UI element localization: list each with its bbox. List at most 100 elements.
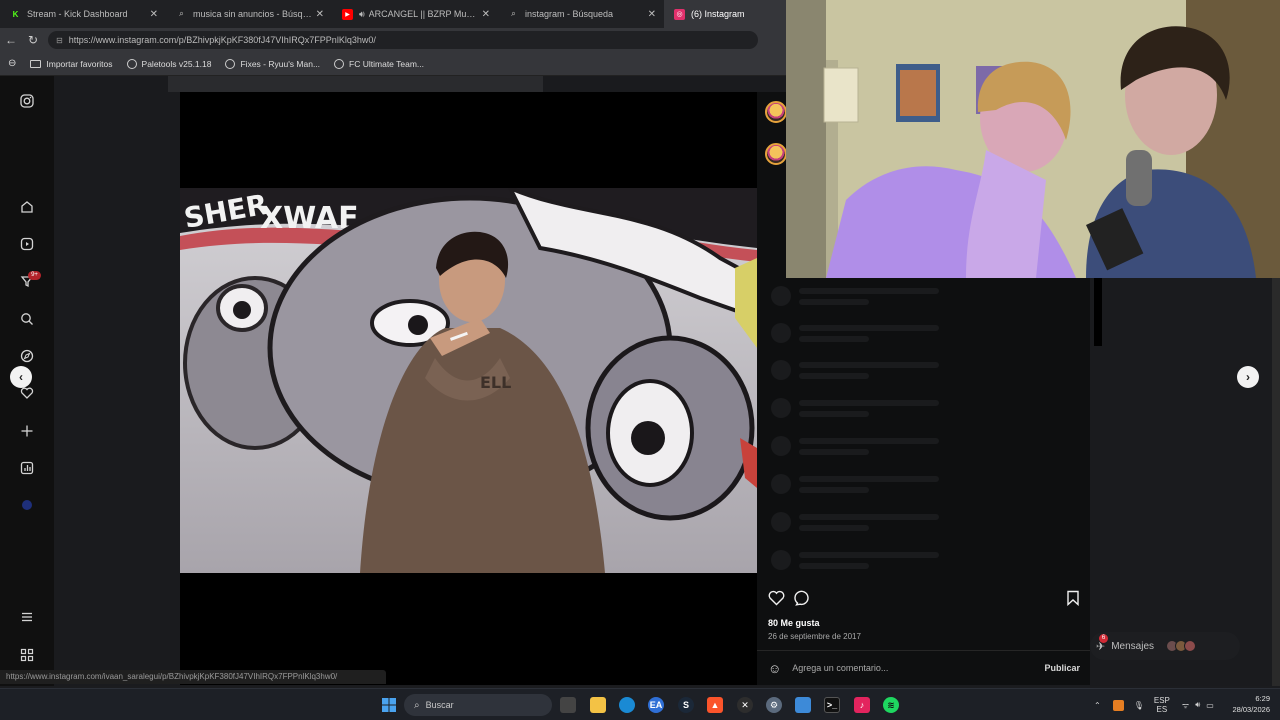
photos-icon[interactable] — [795, 697, 811, 713]
post-date[interactable]: 26 de septiembre de 2017 — [768, 632, 861, 641]
svg-text:ELL: ELL — [480, 373, 511, 392]
spotify-icon[interactable]: ≋ — [883, 697, 899, 713]
comment-input[interactable]: Agrega un comentario... — [792, 663, 1044, 673]
tab-instagram-busqueda[interactable]: ⌕ instagram - Búsqueda ✕ — [498, 0, 664, 28]
comment-skeleton — [771, 510, 941, 546]
language-indicator[interactable]: ESP ES — [1154, 696, 1170, 714]
close-icon[interactable]: ✕ — [482, 9, 490, 20]
volume-icon[interactable]: 🔊︎ — [1195, 700, 1200, 710]
microphone-icon[interactable]: 🎙︎ — [1134, 701, 1144, 710]
messages-button[interactable]: ✈ Mensajes — [1090, 632, 1240, 660]
url-text: https://www.instagram.com/p/BZhivpkjKpKF… — [68, 35, 376, 45]
ea-app-icon[interactable]: EA — [648, 697, 664, 713]
back-arrow-icon[interactable]: ← — [0, 33, 22, 47]
battery-icon[interactable]: ▭ — [1206, 701, 1214, 710]
tab-label: instagram - Búsqueda — [525, 9, 614, 19]
comment-bubble-icon[interactable] — [794, 590, 811, 610]
bookmark-fc-ultimate-team[interactable]: FC Ultimate Team... — [334, 58, 424, 69]
instagram-logo-icon[interactable] — [18, 92, 35, 109]
kick-icon: K — [12, 9, 19, 19]
scrollbar-thumb[interactable] — [1094, 278, 1102, 346]
brave-icon[interactable]: ▲ — [707, 697, 723, 713]
settings-gear-icon[interactable]: ⚙ — [766, 697, 782, 713]
likes-count[interactable]: 80 Me gusta — [768, 618, 820, 628]
background-feed-strip — [168, 76, 543, 92]
apps-grid-icon[interactable] — [18, 646, 35, 663]
close-icon[interactable]: ✕ — [150, 9, 158, 20]
messages-badge: 6 — [1099, 634, 1108, 643]
messages-label: Mensajes — [1111, 640, 1155, 652]
search-icon: ⌕ — [511, 9, 516, 18]
webcam-overlay — [786, 0, 1280, 278]
bookmark-label: Paletools v25.1.18 — [141, 58, 212, 69]
terminal-icon[interactable]: >_ — [824, 697, 840, 713]
reload-icon[interactable]: ↻ — [22, 33, 44, 47]
create-plus-icon[interactable] — [18, 422, 35, 439]
bookmark-label: Fixes - Ryuu's Man... — [240, 58, 321, 69]
windows-taskbar: ⌕ Buscar EA S ▲ ✕ ⚙ >_ ♪ ≋ ⌃ 🎙︎ ESP ES ᯤ… — [0, 688, 1280, 720]
emoji-icon[interactable]: ☺ — [768, 661, 781, 676]
comment-skeleton — [771, 321, 941, 357]
address-bar-row: ← ↻ ⊟ https://www.instagram.com/p/BZhivp… — [0, 28, 786, 52]
bookmark-importar[interactable]: Importar favoritos — [30, 59, 113, 69]
comment-skeleton — [771, 358, 941, 394]
steam-icon[interactable]: S — [678, 697, 694, 713]
tab-label: Stream - Kick Dashboard — [27, 9, 128, 19]
chevron-up-icon[interactable]: ⌃ — [1094, 701, 1101, 710]
comment-skeleton — [771, 548, 941, 584]
tab-musica-busqueda[interactable]: ⌕ musica sin anuncios - Búsqueda ✕ — [166, 0, 332, 28]
taskbar-search-placeholder: Buscar — [425, 700, 454, 710]
bookmark-paletools[interactable]: Paletools v25.1.18 — [126, 58, 212, 69]
caption-avatar[interactable] — [765, 143, 787, 165]
profile-avatar[interactable] — [18, 496, 35, 513]
globe-icon — [225, 58, 236, 69]
home-icon[interactable] — [18, 198, 35, 215]
taskbar-search[interactable]: ⌕ Buscar — [404, 694, 552, 716]
tray-app-icon[interactable] — [1112, 699, 1124, 711]
tab-kick-dashboard[interactable]: K Stream - Kick Dashboard ✕ — [0, 0, 166, 28]
bookmark-fixes[interactable]: Fixes - Ryuu's Man... — [225, 58, 321, 69]
next-post-button[interactable]: › — [1237, 366, 1259, 388]
taskbar-clock[interactable]: 6:29 28/03/2026 — [1232, 693, 1270, 715]
dashboard-icon[interactable] — [18, 459, 35, 476]
close-icon[interactable]: ✕ — [316, 9, 324, 20]
messages-avatars — [1166, 640, 1197, 652]
wifi-icon[interactable]: ᯤ — [1182, 700, 1189, 711]
tab-label: (6) Instagram — [691, 9, 745, 19]
comment-skeleton — [771, 396, 941, 432]
author-avatar[interactable] — [765, 101, 787, 123]
tab-instagram[interactable]: ◎ (6) Instagram — [664, 0, 786, 28]
explore-icon[interactable] — [18, 347, 35, 364]
bookmark-label: FC Ultimate Team... — [349, 58, 424, 69]
globe-icon — [126, 58, 137, 69]
task-view-icon[interactable] — [560, 697, 576, 713]
menu-icon[interactable] — [18, 608, 35, 625]
edge-icon[interactable] — [619, 697, 635, 713]
browser-tabbar: K Stream - Kick Dashboard ✕ ⌕ musica sin… — [0, 0, 786, 28]
xbox-icon[interactable]: ✕ — [737, 697, 753, 713]
url-field[interactable]: ⊟ https://www.instagram.com/p/BZhivpkjKp… — [48, 31, 758, 49]
notification-badge: 9+ — [28, 271, 41, 280]
speaker-icon[interactable]: 🔊︎ — [359, 9, 365, 20]
comment-skeleton — [771, 472, 941, 508]
bookmarks-menu-icon[interactable]: ⊖ — [8, 58, 16, 69]
tab-label: musica sin anuncios - Búsqueda — [193, 9, 312, 19]
search-icon: ⌕ — [179, 9, 184, 18]
save-bookmark-icon[interactable] — [1066, 590, 1080, 610]
bookmarks-bar: ⊖ Importar favoritos Paletools v25.1.18 … — [0, 52, 786, 76]
site-info-icon[interactable]: ⊟ — [56, 36, 63, 45]
system-tray: ⌃ 🎙︎ ESP ES ᯤ 🔊︎ ▭ — [1094, 689, 1214, 720]
link-status-bar: https://www.instagram.com/ivaan_saralegu… — [0, 670, 386, 684]
like-heart-icon[interactable] — [768, 590, 785, 610]
file-explorer-icon[interactable] — [590, 697, 606, 713]
post-media[interactable]: SHER XWAF ELL — [180, 92, 757, 685]
previous-post-button[interactable]: ‹ — [10, 366, 32, 388]
comment-bar: ☺ Agrega un comentario... Publicar — [757, 651, 1090, 685]
tab-arcangel[interactable]: ▶ 🔊︎ ARCANGEL || BZRP Music Ses ✕ — [332, 0, 498, 28]
tiktok-icon[interactable]: ♪ — [854, 697, 870, 713]
reels-icon[interactable] — [18, 235, 35, 252]
close-icon[interactable]: ✕ — [648, 9, 656, 20]
search-icon[interactable] — [18, 310, 35, 327]
publish-button[interactable]: Publicar — [1044, 663, 1080, 673]
windows-start-icon[interactable] — [381, 697, 397, 713]
